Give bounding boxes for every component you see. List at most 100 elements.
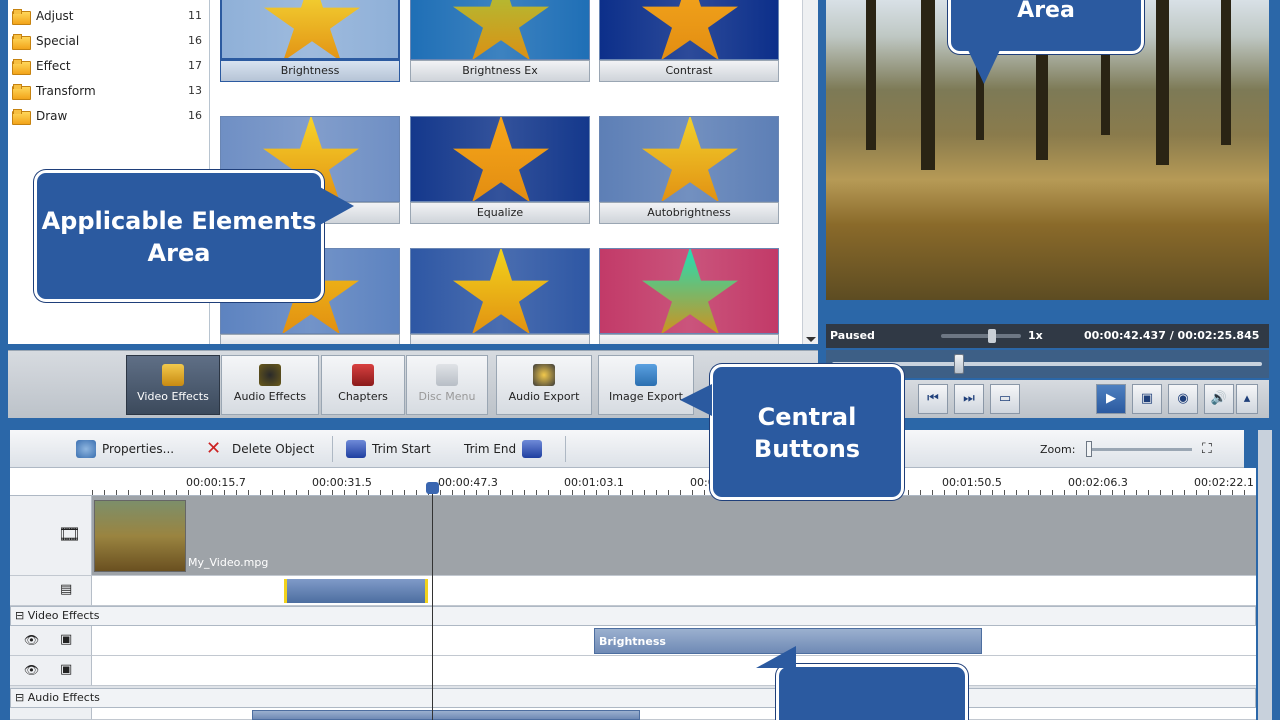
zoom-label: Zoom: bbox=[1040, 443, 1076, 456]
effect-tile[interactable]: Brightness Ex bbox=[410, 0, 590, 98]
star-icon bbox=[453, 249, 549, 333]
category-item-effect[interactable]: Effect 17 bbox=[8, 53, 210, 78]
effect-tile[interactable]: Contrast bbox=[599, 0, 779, 98]
effect-label bbox=[220, 334, 400, 344]
previous-frame-button[interactable]: ⏮ bbox=[918, 384, 948, 414]
eye-icon[interactable]: 👁 bbox=[24, 663, 39, 677]
overlay-icon: ▤ bbox=[60, 582, 73, 597]
folder-icon bbox=[12, 58, 31, 75]
player-time: 00:00:42.437 / 00:02:25.845 bbox=[1084, 329, 1260, 342]
overlay-clip[interactable] bbox=[284, 579, 428, 603]
zoom-slider[interactable] bbox=[1086, 448, 1192, 451]
star-icon bbox=[264, 0, 360, 58]
effect-label: Brightness bbox=[220, 60, 400, 82]
audio-export-icon bbox=[533, 364, 555, 386]
category-item-special[interactable]: Special 16 bbox=[8, 28, 210, 53]
audio-effects-button[interactable]: Audio Effects bbox=[221, 355, 319, 415]
image-export-icon bbox=[635, 364, 657, 386]
properties-button[interactable]: Properties... bbox=[76, 440, 174, 458]
player-status: Paused bbox=[830, 329, 875, 342]
folder-icon bbox=[12, 108, 31, 125]
zoom-slider-thumb[interactable] bbox=[1086, 441, 1092, 457]
callout-preview-area: Area bbox=[948, 0, 1144, 54]
video-effects-button[interactable]: Video Effects bbox=[126, 355, 220, 415]
star-icon bbox=[453, 0, 549, 59]
video-clip-thumbnail[interactable] bbox=[94, 500, 186, 572]
effect-tile[interactable]: Brightness bbox=[220, 0, 400, 98]
category-item-adjust[interactable]: Adjust 11 bbox=[8, 3, 210, 28]
trim-start-icon bbox=[346, 440, 366, 458]
effect-tile[interactable]: Equalize bbox=[410, 116, 590, 240]
video-clip-name: My_Video.mpg bbox=[188, 556, 269, 569]
trim-start-button[interactable]: Trim Start bbox=[346, 440, 431, 458]
folder-icon bbox=[12, 8, 31, 25]
star-icon bbox=[642, 0, 738, 59]
effect-label bbox=[410, 334, 590, 344]
effect-icon: ▣ bbox=[60, 632, 73, 647]
effect-track-1[interactable]: Brightness bbox=[92, 626, 1256, 656]
folder-icon bbox=[12, 83, 31, 100]
effect-label: Equalize bbox=[410, 202, 590, 224]
trim-end-icon bbox=[522, 440, 543, 458]
audio-effects-group[interactable]: ⊟ Audio Effects bbox=[10, 688, 1256, 708]
audio-effects-icon bbox=[259, 364, 281, 386]
star-icon bbox=[642, 117, 738, 201]
volume-arrow-button[interactable]: ▴ bbox=[1236, 384, 1258, 414]
effect-thumbnail bbox=[410, 116, 590, 202]
next-frame-button[interactable]: ⏭ bbox=[954, 384, 984, 414]
fullscreen-button[interactable]: ▭ bbox=[990, 384, 1020, 414]
effect-label: Brightness Ex bbox=[410, 60, 590, 82]
playhead-handle[interactable] bbox=[426, 482, 439, 494]
effect-thumbnail bbox=[599, 116, 779, 202]
star-icon bbox=[453, 117, 549, 201]
chapters-button[interactable]: Chapters bbox=[321, 355, 405, 415]
chapters-icon bbox=[352, 364, 374, 386]
effect-thumbnail bbox=[599, 248, 779, 334]
audio-effect-track[interactable] bbox=[92, 708, 1256, 720]
video-effects-icon bbox=[162, 364, 184, 386]
category-item-draw[interactable]: Draw 16 bbox=[8, 103, 210, 128]
seek-thumb[interactable] bbox=[954, 354, 964, 374]
speed-slider-thumb[interactable] bbox=[988, 329, 996, 343]
overlay-track[interactable] bbox=[92, 576, 1256, 606]
export-frame-button[interactable]: ▣ bbox=[1132, 384, 1162, 414]
speed-slider[interactable] bbox=[941, 334, 1021, 338]
timeline-ruler[interactable]: 00:00:15.7 00:00:31.5 00:00:47.3 00:01:0… bbox=[10, 468, 1256, 496]
disc-menu-button[interactable]: Disc Menu bbox=[406, 355, 488, 415]
callout-tail bbox=[756, 646, 796, 668]
audio-effect-clip[interactable] bbox=[252, 710, 640, 720]
grid-scrollbar[interactable] bbox=[802, 0, 818, 344]
effect-track-1-header: 👁 ▣ bbox=[10, 626, 92, 656]
video-track[interactable]: My_Video.mpg bbox=[92, 496, 1256, 576]
callout-central-buttons: Central Buttons bbox=[710, 364, 904, 500]
timeline-scrollbar[interactable] bbox=[1258, 430, 1272, 720]
video-effects-group[interactable]: ⊟ Video Effects bbox=[10, 606, 1256, 626]
effect-tile[interactable] bbox=[599, 248, 779, 344]
volume-button[interactable]: 🔊 bbox=[1204, 384, 1234, 414]
scroll-down-icon[interactable] bbox=[806, 337, 816, 342]
film-icon: 🎞 bbox=[58, 524, 81, 545]
fit-to-window-icon[interactable]: ⛶ bbox=[1202, 441, 1212, 457]
playhead[interactable] bbox=[432, 488, 433, 720]
snapshot-button[interactable]: ◉ bbox=[1168, 384, 1198, 414]
delete-icon: ✕ bbox=[206, 438, 222, 459]
effect-tile[interactable]: Autobrightness bbox=[599, 116, 779, 240]
callout-tail bbox=[680, 384, 712, 416]
audio-export-button[interactable]: Audio Export bbox=[496, 355, 592, 415]
trim-end-button[interactable]: Trim End bbox=[464, 440, 548, 458]
eye-icon[interactable]: 👁 bbox=[24, 633, 39, 647]
effect-tile[interactable] bbox=[410, 248, 590, 344]
effect-thumbnail bbox=[410, 248, 590, 334]
effect-label bbox=[599, 334, 779, 344]
effect-thumbnail bbox=[410, 0, 590, 60]
player-status-bar: Paused 1x 00:00:42.437 / 00:02:25.845 bbox=[826, 324, 1269, 348]
overlay-track-header: ▤ bbox=[10, 576, 92, 606]
effect-track-2[interactable] bbox=[92, 656, 1256, 686]
audio-track-header bbox=[10, 708, 92, 720]
callout-tail bbox=[318, 186, 354, 226]
play-clip-button[interactable]: ▶ bbox=[1096, 384, 1126, 414]
delete-object-button[interactable]: ✕ Delete Object bbox=[206, 440, 314, 458]
star-icon bbox=[642, 249, 738, 333]
category-item-transform[interactable]: Transform 13 bbox=[8, 78, 210, 103]
effect-icon: ▣ bbox=[60, 662, 73, 677]
